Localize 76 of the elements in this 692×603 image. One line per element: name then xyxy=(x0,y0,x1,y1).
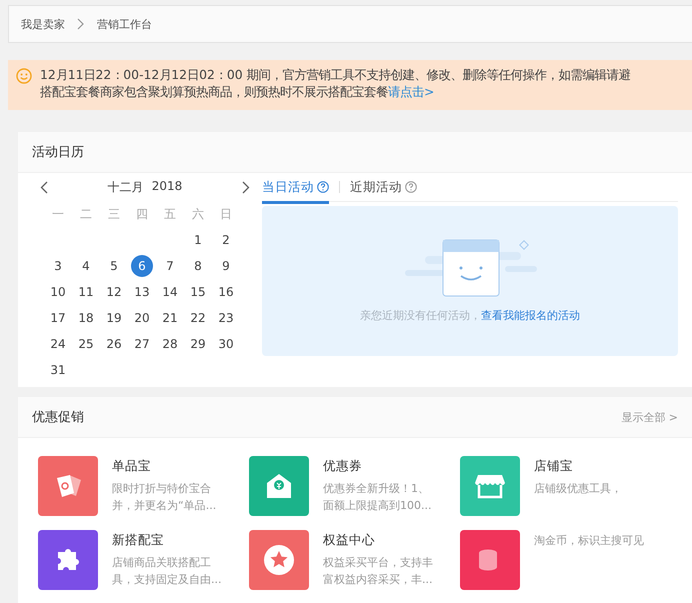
tool-icon[interactable] xyxy=(249,530,309,590)
tool-description: 店铺商品关联搭配工 xyxy=(112,555,212,571)
calendar-day[interactable]: 7 xyxy=(159,255,181,277)
tool-title[interactable]: 优惠券 xyxy=(323,458,432,475)
weekday-label: 一 xyxy=(51,206,65,222)
tab[interactable]: 近期活动 xyxy=(350,174,417,204)
weekday-label: 二 xyxy=(79,206,93,222)
tool-description: 面额上限提高到100... xyxy=(323,498,432,514)
notice-text: 搭配宝套餐商家包含聚划算预热商品，则预热时不展示搭配宝套餐 xyxy=(40,84,388,99)
breadcrumb-link[interactable]: 营销工作台 xyxy=(97,16,152,32)
help-icon xyxy=(317,181,329,193)
calendar-day[interactable]: 30 xyxy=(215,333,237,355)
calendar-day[interactable]: 21 xyxy=(159,307,181,329)
calendar-day[interactable]: 26 xyxy=(103,333,125,355)
calendar-day[interactable]: 18 xyxy=(75,307,97,329)
calendar-day[interactable]: 28 xyxy=(159,333,181,355)
calendar-day[interactable]: 5 xyxy=(103,255,125,277)
tool-title[interactable]: 新搭配宝 xyxy=(112,532,222,549)
calendar-day[interactable]: 20 xyxy=(131,307,153,329)
smiley-icon xyxy=(16,68,32,84)
calendar-day[interactable]: 10 xyxy=(47,281,69,303)
calendar-day[interactable]: 24 xyxy=(47,333,69,355)
notice-text: 12月11日22：00-12月12日02：00 期间，官方营销工具不支持创建、修改、删除等任何操作，如需编辑请避 xyxy=(40,66,631,83)
tool-description: 权益采买平台，支持丰 xyxy=(323,555,433,571)
chevron-right-icon[interactable] xyxy=(242,180,250,194)
calendar-day[interactable]: 23 xyxy=(215,307,237,329)
calendar-day[interactable]: 8 xyxy=(187,255,209,277)
calendar-day[interactable]: 16 xyxy=(215,281,237,303)
calendar-day[interactable]: 27 xyxy=(131,333,153,355)
tool-description: 并，并更名为“单品... xyxy=(112,498,216,514)
tool-icon[interactable] xyxy=(38,456,98,516)
tool-icon[interactable] xyxy=(38,530,98,590)
empty-message: 亲您近期没有任何活动， xyxy=(360,309,481,322)
activities-link[interactable]: 查看我能报名的活动 xyxy=(481,309,580,322)
calendar-day[interactable]: 11 xyxy=(75,281,97,303)
weekday-label: 五 xyxy=(163,206,177,222)
help-icon xyxy=(405,181,417,193)
calendar-day[interactable]: 31 xyxy=(47,359,69,381)
chevron-left-icon[interactable] xyxy=(40,180,48,194)
year-label: 2018 xyxy=(152,178,182,194)
tool-description: 具，支持固定及自由... xyxy=(112,572,222,588)
tool-description: 店铺级优惠工具， xyxy=(534,481,622,497)
chevron-right-icon xyxy=(77,18,85,30)
calendar-day[interactable]: 22 xyxy=(187,307,209,329)
card-title: 活动日历 xyxy=(32,144,84,161)
calendar-day[interactable]: 14 xyxy=(159,281,181,303)
calendar-day[interactable]: 29 xyxy=(187,333,209,355)
tool-title[interactable]: 权益中心 xyxy=(323,532,433,549)
calendar-day[interactable]: 3 xyxy=(47,255,69,277)
month-label: 十二月 xyxy=(108,178,144,196)
tool-title[interactable]: 单品宝 xyxy=(112,458,216,475)
breadcrumb-link[interactable]: 我是卖家 xyxy=(21,16,65,32)
calendar-day[interactable]: 19 xyxy=(103,307,125,329)
calendar-day[interactable]: 1 xyxy=(187,229,209,251)
tool-description: 淘金币，标识主搜可见 xyxy=(534,533,644,549)
weekday-label: 三 xyxy=(107,206,121,222)
tool-icon[interactable] xyxy=(460,456,520,516)
tool-icon[interactable] xyxy=(249,456,309,516)
tool-description: 限时打折与特价宝合 xyxy=(112,481,212,497)
weekday-label: 四 xyxy=(135,206,149,222)
weekday-label: 日 xyxy=(219,206,233,222)
tool-description: 优惠券全新升级！1、 xyxy=(323,481,430,497)
calendar-day[interactable]: 4 xyxy=(75,255,97,277)
calendar-day[interactable]: 9 xyxy=(215,255,237,277)
weekday-label: 六 xyxy=(191,206,205,222)
calendar-day[interactable]: 2 xyxy=(215,229,237,251)
calendar-day[interactable]: 15 xyxy=(187,281,209,303)
calendar-day[interactable]: 12 xyxy=(103,281,125,303)
calendar-day[interactable]: 17 xyxy=(47,307,69,329)
calendar-day[interactable]: 25 xyxy=(75,333,97,355)
calendar-day[interactable]: 13 xyxy=(131,281,153,303)
tool-title[interactable]: 店铺宝 xyxy=(534,458,622,475)
tool-description: 富权益内容采买，丰... xyxy=(323,572,433,588)
card-title: 优惠促销 xyxy=(32,409,84,426)
envelope-icon xyxy=(264,471,294,501)
calendar-day[interactable]: 6 xyxy=(131,255,153,277)
